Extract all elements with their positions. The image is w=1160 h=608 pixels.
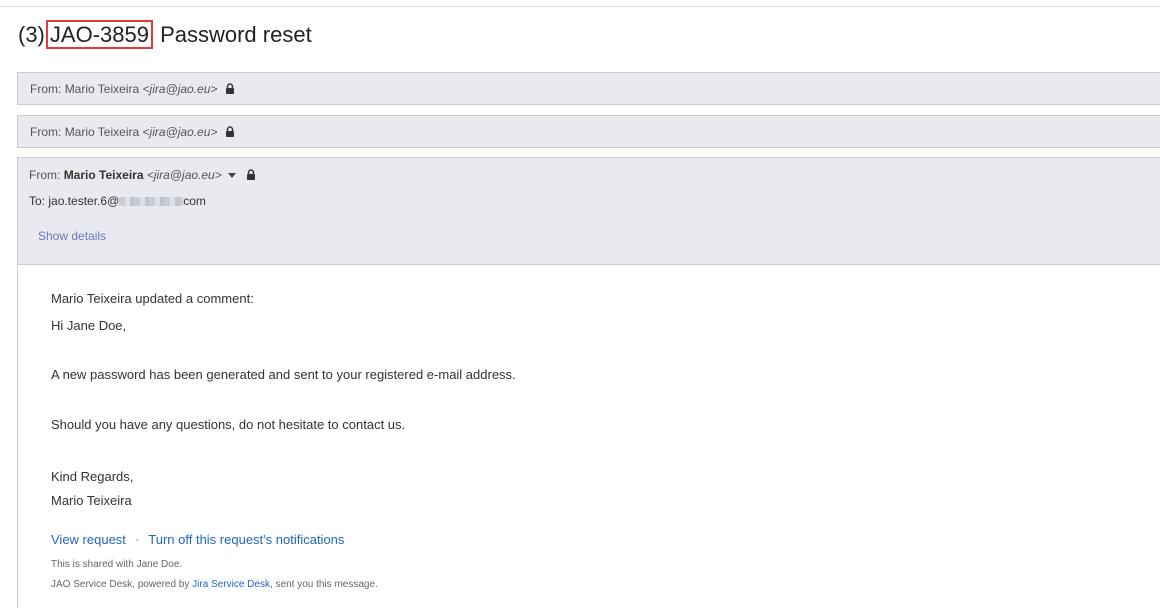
lock-icon	[225, 83, 234, 94]
from-row: From: Mario Teixeira <jira@jao.eu>	[29, 168, 256, 182]
link-separator: ·	[134, 532, 140, 547]
show-details-link[interactable]: Show details	[38, 229, 106, 243]
view-request-link[interactable]: View request	[51, 532, 126, 547]
lock-icon	[225, 126, 234, 137]
body-closing: Kind Regards,	[51, 469, 134, 484]
body-paragraph-1: A new password has been generated and se…	[51, 367, 516, 382]
thread-subject: Password reset	[160, 22, 312, 47]
body-intro: Mario Teixeira updated a comment:	[51, 291, 254, 306]
shared-with-note: This is shared with Jane Doe.	[51, 559, 183, 570]
sender-email: <jira@jao.eu>	[146, 168, 222, 182]
powered-by-note: JAO Service Desk, powered by Jira Servic…	[51, 579, 378, 590]
lock-icon	[246, 169, 255, 180]
to-label: To:	[29, 194, 46, 208]
body-paragraph-2: Should you have any questions, do not he…	[51, 417, 406, 432]
body-greeting: Hi Jane Doe,	[51, 318, 127, 333]
powered-prefix: JAO Service Desk, powered by	[51, 579, 193, 590]
from-label: From:	[30, 82, 62, 96]
powered-suffix: , sent you this message.	[269, 579, 378, 590]
collapsed-message-1[interactable]: From: Mario Teixeira <jira@jao.eu>	[17, 72, 1160, 105]
sender-name: Mario Teixeira	[64, 82, 140, 96]
chevron-down-icon[interactable]	[227, 173, 236, 178]
to-row: To: jao.tester.6@ com	[29, 194, 206, 208]
message-body: Mario Teixeira updated a comment: Hi Jan…	[17, 264, 1160, 608]
redacted-domain	[119, 197, 184, 206]
sender-email: <jira@jao.eu>	[142, 82, 218, 96]
thread-title: (3) JAO-3859 Password reset	[18, 20, 312, 49]
jira-service-desk-link[interactable]: Jira Service Desk	[192, 579, 270, 590]
from-label: From:	[29, 168, 61, 182]
open-message-header: From: Mario Teixeira <jira@jao.eu> To: j…	[17, 157, 1160, 265]
recipient-local: jao.tester.6@	[48, 194, 120, 208]
sender-name: Mario Teixeira	[64, 125, 140, 139]
collapsed-message-2[interactable]: From: Mario Teixeira <jira@jao.eu>	[17, 115, 1160, 148]
thread-count: (3)	[18, 22, 45, 47]
ticket-id-highlight: JAO-3859	[45, 20, 153, 49]
turn-off-notifications-link[interactable]: Turn off this request's notifications	[148, 532, 344, 547]
sender-email: <jira@jao.eu>	[142, 125, 218, 139]
recipient-suffix: com	[183, 194, 206, 208]
sender-name: Mario Teixeira	[63, 168, 144, 182]
from-label: From:	[30, 125, 62, 139]
footer-links: View request · Turn off this request's not…	[51, 532, 344, 547]
top-divider	[0, 6, 1160, 7]
body-signature: Mario Teixeira	[51, 493, 132, 508]
